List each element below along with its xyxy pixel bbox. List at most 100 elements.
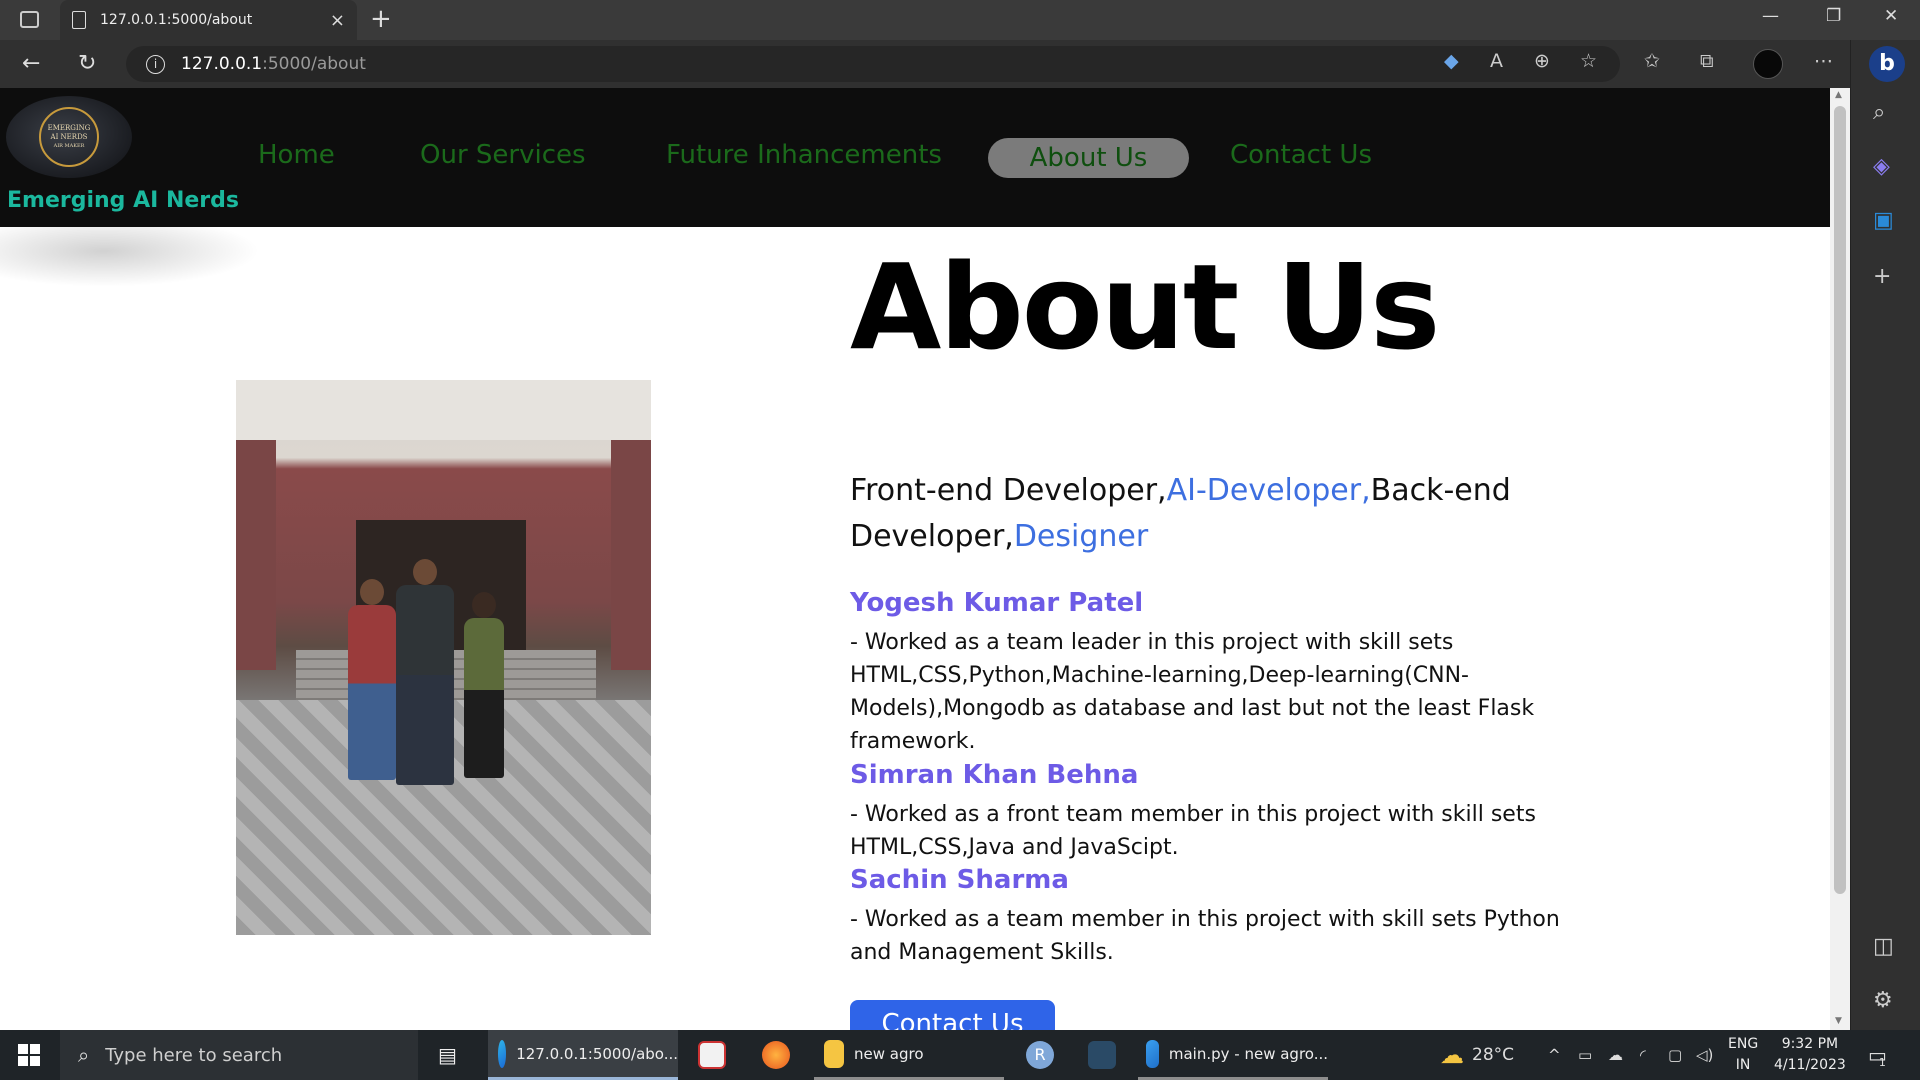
sidebar-layout-icon[interactable]: ◫	[1873, 934, 1894, 959]
zoom-icon[interactable]: ⊕	[1534, 50, 1550, 72]
page-viewport: EMERGING AI NERDS AIR MAKER Emerging AI …	[0, 88, 1830, 1030]
nav-home[interactable]: Home	[258, 140, 335, 170]
url-path: :5000/about	[262, 54, 366, 74]
close-window-button[interactable]: ✕	[1884, 6, 1898, 26]
folder-icon	[824, 1039, 844, 1068]
browser-tab-bar: 127.0.0.1:5000/about × + — ❐ ✕	[0, 0, 1920, 40]
add-favorite-icon[interactable]: ☆	[1580, 50, 1597, 72]
team-photo	[236, 380, 651, 935]
nav-our-services[interactable]: Our Services	[420, 140, 586, 170]
taskbar-app-icon[interactable]	[1088, 1030, 1126, 1080]
roles-line: Front-end Developer,AI-Developer,Back-en…	[850, 468, 1570, 560]
onedrive-icon[interactable]: ☁	[1608, 1030, 1623, 1080]
member-name: Sachin Sharma	[850, 865, 1069, 895]
taskbar-item-label: new agro	[854, 1044, 924, 1063]
notification-center-icon[interactable]: ▭ 1	[1868, 1030, 1887, 1080]
sidebar-search-icon[interactable]: ⌕	[1873, 100, 1885, 125]
close-tab-icon[interactable]: ×	[330, 10, 345, 31]
sidebar-outlook-icon[interactable]: ▣	[1873, 208, 1894, 233]
shopping-tag-icon[interactable]: ◆	[1444, 50, 1459, 72]
more-options-icon[interactable]: ⋯	[1814, 50, 1833, 72]
nav-about-us[interactable]: About Us	[988, 138, 1189, 178]
minimize-button[interactable]: —	[1762, 6, 1779, 26]
scroll-down-arrow-icon[interactable]: ▼	[1835, 1016, 1842, 1026]
bing-chat-icon[interactable]: b	[1869, 46, 1905, 82]
browser-toolbar: ← ↻ i 127.0.0.1:5000/about	[0, 40, 1920, 88]
notification-count: 1	[1878, 1055, 1886, 1069]
edge-sidebar: b ⌕ ◈ ▣ + ◫ ⚙	[1850, 40, 1920, 1030]
profile-avatar[interactable]	[1753, 49, 1783, 79]
back-arrow-icon[interactable]: ←	[22, 51, 40, 76]
team-member-figure	[348, 579, 396, 780]
sidebar-copilot-icon[interactable]: ◈	[1873, 154, 1890, 179]
taskbar-vscode-window[interactable]: main.py - new agro...	[1138, 1030, 1328, 1080]
site-logo[interactable]: EMERGING AI NERDS AIR MAKER	[6, 96, 132, 178]
role-text-highlight: Designer	[1013, 519, 1149, 554]
vscode-icon	[1146, 1039, 1159, 1068]
contact-us-button[interactable]: Contact Us	[850, 1000, 1055, 1030]
read-aloud-icon[interactable]: A	[1490, 50, 1503, 72]
logo-mark: EMERGING AI NERDS AIR MAKER	[39, 107, 99, 167]
search-icon: ⌕	[78, 1043, 90, 1067]
firefox-icon	[762, 1041, 790, 1069]
taskbar-edge-window[interactable]: 127.0.0.1:5000/abo...	[488, 1030, 678, 1080]
input-language[interactable]: ENG IN	[1728, 1034, 1758, 1076]
member-description: - Worked as a team leader in this projec…	[850, 630, 1535, 754]
role-text: Front-end Developer,	[850, 473, 1167, 508]
logo-mark-line: EMERGING	[47, 123, 91, 132]
weather-widget[interactable]: ☁ 28°C	[1440, 1030, 1514, 1080]
sidebar-settings-icon[interactable]: ⚙	[1873, 988, 1893, 1013]
logo-mark-line: AIR MAKER	[53, 142, 85, 149]
page-icon	[72, 11, 86, 29]
search-placeholder: Type here to search	[105, 1044, 283, 1066]
decorative-shadow	[0, 227, 260, 287]
clock-date: 4/11/2023	[1774, 1057, 1846, 1073]
task-view-icon[interactable]: ▤	[438, 1030, 457, 1080]
site-name[interactable]: Emerging AI Nerds	[7, 188, 239, 213]
windows-taskbar: ⌕ Type here to search ▤ 127.0.0.1:5000/a…	[0, 1030, 1920, 1080]
taskbar-app-icon[interactable]	[762, 1030, 800, 1080]
network-icon[interactable]: ▢	[1668, 1030, 1682, 1080]
language-code: ENG	[1728, 1036, 1759, 1052]
scrollbar-thumb[interactable]	[1834, 106, 1846, 894]
snipping-tool-icon	[698, 1041, 726, 1069]
volume-icon[interactable]: ◁)	[1696, 1030, 1713, 1080]
scroll-up-arrow-icon[interactable]: ▲	[1835, 90, 1842, 100]
role-text-highlight: AI-Developer,	[1166, 473, 1371, 508]
weather-icon: ☁	[1440, 1041, 1464, 1069]
taskbar-app-icon[interactable]	[698, 1030, 736, 1080]
url-host: 127.0.0.1	[181, 54, 263, 74]
member-description: - Worked as a front team member in this …	[850, 802, 1536, 860]
team-member-figure	[464, 592, 504, 778]
taskbar-item-label: 127.0.0.1:5000/abo...	[516, 1044, 678, 1063]
refresh-icon[interactable]: ↻	[78, 51, 96, 76]
region-code: IN	[1735, 1057, 1751, 1073]
collections-icon[interactable]: ⧉	[1700, 50, 1714, 72]
taskbar-app-icon[interactable]: R	[1026, 1030, 1064, 1080]
system-clock[interactable]: 9:32 PM 4/11/2023	[1774, 1034, 1846, 1076]
nav-contact-us[interactable]: Contact Us	[1230, 140, 1372, 170]
battery-icon[interactable]: ▭	[1578, 1030, 1592, 1080]
member-name: Yogesh Kumar Patel	[850, 588, 1144, 618]
taskbar-search-box[interactable]: ⌕ Type here to search	[60, 1030, 418, 1080]
new-tab-button[interactable]: +	[370, 4, 392, 34]
site-header: EMERGING AI NERDS AIR MAKER Emerging AI …	[0, 88, 1830, 227]
site-info-icon[interactable]: i	[146, 54, 165, 74]
sidebar-add-icon[interactable]: +	[1873, 264, 1891, 289]
nav-future-inhancements[interactable]: Future Inhancements	[666, 140, 942, 170]
wifi-icon[interactable]: ◜	[1640, 1030, 1646, 1080]
mysql-icon	[1088, 1041, 1116, 1069]
windows-start-icon[interactable]	[18, 1044, 40, 1066]
show-hidden-icons[interactable]: ^	[1548, 1030, 1561, 1080]
team-member-figure	[396, 559, 454, 785]
restore-button[interactable]: ❐	[1826, 6, 1841, 26]
page-title: About Us	[850, 238, 1440, 376]
tab-title: 127.0.0.1:5000/about	[100, 12, 253, 28]
address-bar[interactable]: i 127.0.0.1:5000/about	[126, 46, 1620, 82]
page-scrollbar[interactable]: ▲ ▼	[1830, 88, 1850, 1030]
browser-tab[interactable]: 127.0.0.1:5000/about ×	[60, 0, 357, 40]
tab-actions-icon[interactable]	[20, 11, 39, 28]
taskbar-explorer-window[interactable]: new agro	[814, 1030, 1004, 1080]
favorites-icon[interactable]: ✩	[1644, 50, 1660, 72]
member-description: - Worked as a team member in this projec…	[850, 907, 1560, 965]
